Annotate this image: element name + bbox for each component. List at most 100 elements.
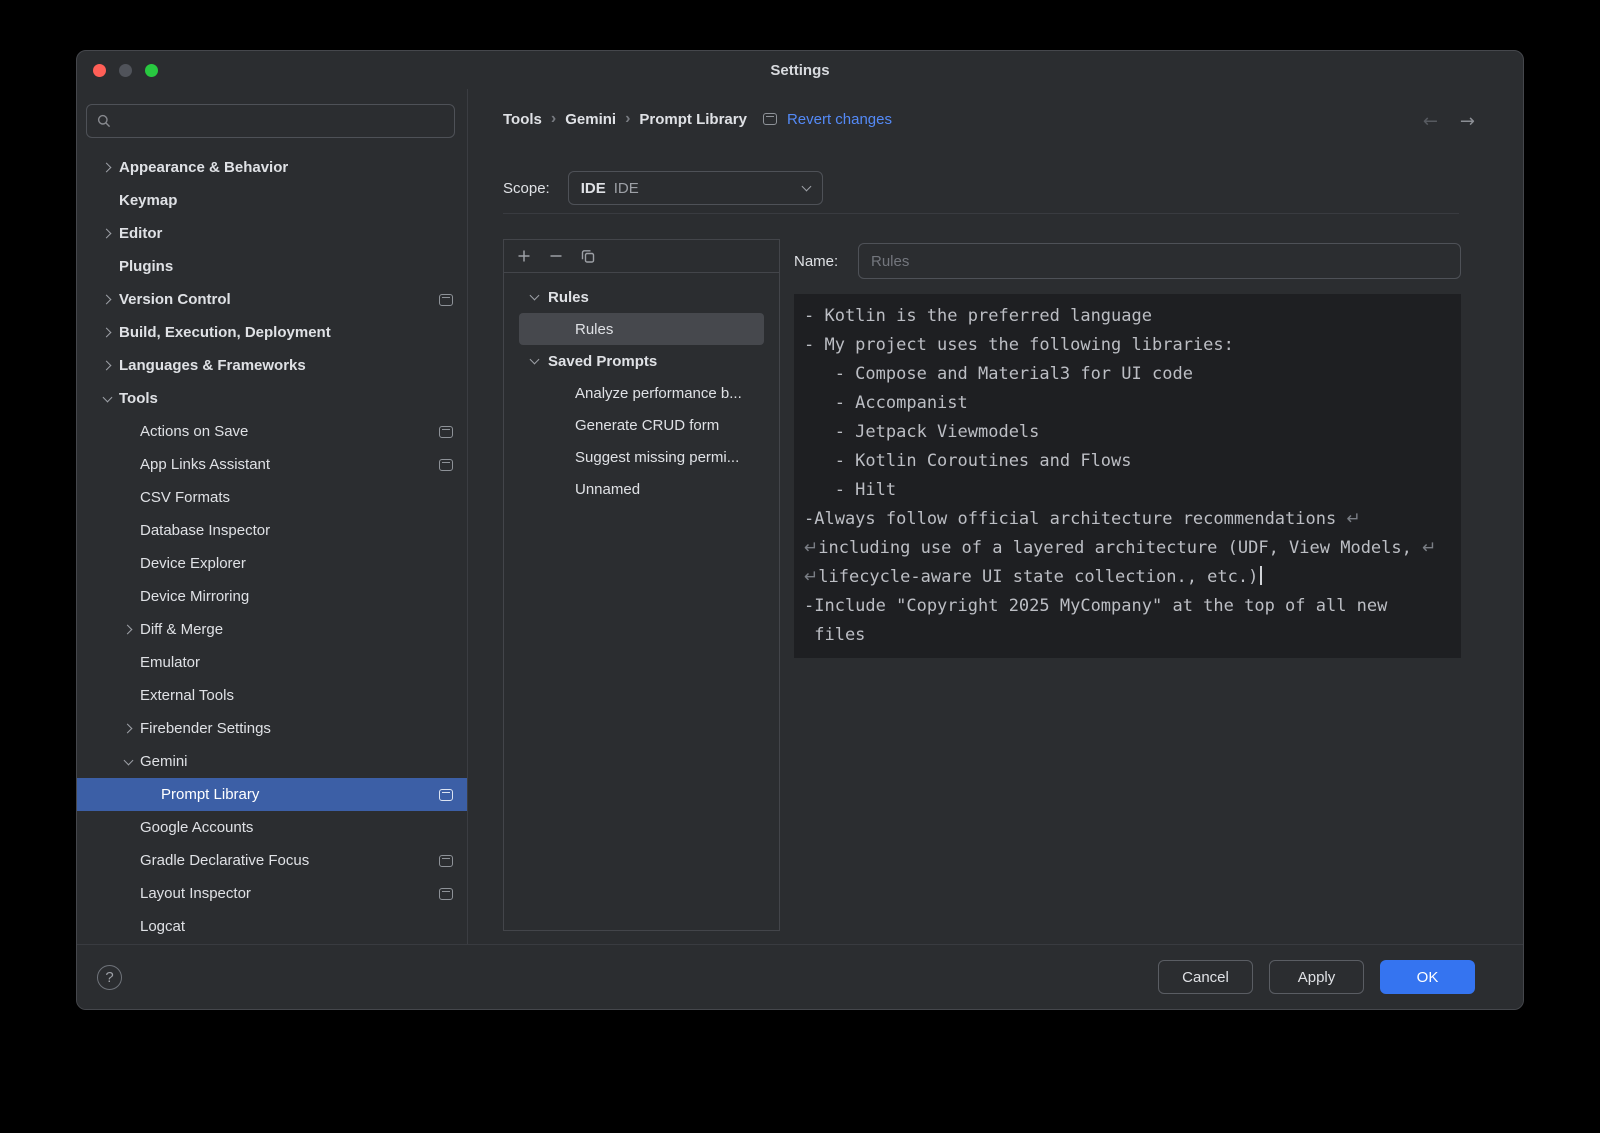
sidebar-item-label: Gradle Declarative Focus [140, 852, 309, 869]
editor-line[interactable]: - Kotlin is the preferred language [804, 302, 1451, 331]
chevron-right-icon[interactable] [101, 163, 111, 173]
sidebar-item-emulator[interactable]: Emulator [77, 646, 467, 679]
prompt-item-label: Suggest missing permi... [575, 449, 739, 466]
chevron-right-icon[interactable] [101, 328, 111, 338]
chevron-down-icon[interactable] [102, 392, 112, 402]
chevron-down-icon [801, 182, 811, 192]
sidebar-item-layout-inspector[interactable]: Layout Inspector [77, 877, 467, 910]
editor-line[interactable]: ↵lifecycle-aware UI state collection., e… [804, 563, 1451, 592]
sidebar-item-label: Actions on Save [140, 423, 248, 440]
prompt-name-input[interactable] [858, 243, 1461, 279]
editor-line-text: including use of a layered architecture … [818, 538, 1422, 558]
editor-line[interactable]: - Accompanist [804, 389, 1451, 418]
remove-prompt-button[interactable] [548, 248, 564, 264]
sidebar-item-keymap[interactable]: Keymap [77, 184, 467, 217]
minimize-window-button[interactable] [119, 64, 132, 77]
zoom-window-button[interactable] [145, 64, 158, 77]
revert-changes-link[interactable]: Revert changes [787, 111, 892, 128]
editor-line[interactable]: - My project uses the following librarie… [804, 331, 1451, 360]
breadcrumb-item-gemini[interactable]: Gemini [565, 111, 616, 128]
sidebar-item-languages-frameworks[interactable]: Languages & Frameworks [77, 349, 467, 382]
settings-search-box[interactable] [86, 104, 455, 138]
chevron-right-icon[interactable] [101, 295, 111, 305]
sidebar-item-database-inspector[interactable]: Database Inspector [77, 514, 467, 547]
sidebar-item-app-links-assistant[interactable]: App Links Assistant [77, 448, 467, 481]
settings-main-pane: Tools›Gemini›Prompt Library Revert chang… [468, 89, 1523, 944]
prompt-item-saved-prompts[interactable]: Saved Prompts [504, 345, 779, 377]
editor-line-text: lifecycle-aware UI state collection., et… [818, 567, 1258, 587]
breadcrumb-item-tools[interactable]: Tools [503, 111, 542, 128]
scope-select[interactable]: IDE IDE [568, 171, 823, 205]
prompt-item-label: Saved Prompts [548, 353, 657, 370]
chevron-down-icon[interactable] [123, 755, 133, 765]
chevron-right-icon[interactable] [101, 229, 111, 239]
sidebar-item-label: Layout Inspector [140, 885, 251, 902]
close-window-button[interactable] [93, 64, 106, 77]
scope-label: Scope: [503, 180, 550, 197]
editor-line[interactable]: files [804, 621, 1451, 650]
sidebar-item-prompt-library[interactable]: Prompt Library [77, 778, 467, 811]
editor-line[interactable]: -Include "Copyright 2025 MyCompany" at t… [804, 592, 1451, 621]
sidebar-item-editor[interactable]: Editor [77, 217, 467, 250]
editor-line[interactable]: - Compose and Material3 for UI code [804, 360, 1451, 389]
sidebar-item-label: Languages & Frameworks [119, 357, 306, 374]
cancel-button[interactable]: Cancel [1158, 960, 1253, 994]
settings-search-input[interactable] [118, 113, 445, 130]
ok-button[interactable]: OK [1380, 960, 1475, 994]
apply-button[interactable]: Apply [1269, 960, 1364, 994]
screen-settings-icon [439, 789, 453, 801]
chevron-right-icon[interactable] [101, 361, 111, 371]
editor-line[interactable]: -Always follow official architecture rec… [804, 505, 1451, 534]
breadcrumb-item-prompt-library[interactable]: Prompt Library [639, 111, 747, 128]
editor-line[interactable]: ↵including use of a layered architecture… [804, 534, 1451, 563]
sidebar-item-version-control[interactable]: Version Control [77, 283, 467, 316]
sidebar-item-build-execution-deployment[interactable]: Build, Execution, Deployment [77, 316, 467, 349]
sidebar-item-label: Plugins [119, 258, 173, 275]
sidebar-item-label: Database Inspector [140, 522, 270, 539]
prompt-item-analyze-performance-b[interactable]: Analyze performance b... [504, 377, 779, 409]
sidebar-item-external-tools[interactable]: External Tools [77, 679, 467, 712]
soft-wrap-icon: ↵ [1422, 538, 1436, 558]
back-arrow-icon[interactable]: ← [1423, 111, 1438, 132]
add-prompt-button[interactable] [516, 248, 532, 264]
sidebar-item-gemini[interactable]: Gemini [77, 745, 467, 778]
prompt-item-rules[interactable]: Rules [519, 313, 764, 345]
sidebar-item-google-accounts[interactable]: Google Accounts [77, 811, 467, 844]
settings-window: Settings Appearance & BehaviorKeymapEdit… [76, 50, 1524, 1010]
sidebar-item-firebender-settings[interactable]: Firebender Settings [77, 712, 467, 745]
editor-line-text: - My project uses the following librarie… [804, 335, 1234, 355]
forward-arrow-icon[interactable]: → [1460, 111, 1475, 132]
chevron-right-icon[interactable] [122, 724, 132, 734]
editor-line[interactable]: - Kotlin Coroutines and Flows [804, 447, 1451, 476]
prompt-editor[interactable]: - Kotlin is the preferred language - My p… [794, 294, 1461, 658]
sidebar-item-csv-formats[interactable]: CSV Formats [77, 481, 467, 514]
traffic-lights [93, 51, 158, 89]
editor-line[interactable]: - Hilt [804, 476, 1451, 505]
editor-line-text: - Accompanist [804, 393, 968, 413]
sidebar-item-label: External Tools [140, 687, 234, 704]
prompt-item-suggest-missing-permi[interactable]: Suggest missing permi... [504, 441, 779, 473]
sidebar-item-label: CSV Formats [140, 489, 230, 506]
chevron-right-icon[interactable] [122, 625, 132, 635]
sidebar-item-plugins[interactable]: Plugins [77, 250, 467, 283]
help-button[interactable]: ? [97, 965, 122, 990]
sidebar-item-device-mirroring[interactable]: Device Mirroring [77, 580, 467, 613]
scope-badge: IDE [581, 180, 606, 197]
sidebar-item-tools[interactable]: Tools [77, 382, 467, 415]
chevron-down-icon[interactable] [529, 355, 539, 365]
editor-line-text: -Include "Copyright 2025 MyCompany" at t… [804, 596, 1387, 616]
sidebar-item-appearance-behavior[interactable]: Appearance & Behavior [77, 151, 467, 184]
sidebar-item-actions-on-save[interactable]: Actions on Save [77, 415, 467, 448]
prompt-item-unnamed[interactable]: Unnamed [504, 473, 779, 505]
sidebar-item-diff-merge[interactable]: Diff & Merge [77, 613, 467, 646]
sidebar-item-label: Device Mirroring [140, 588, 249, 605]
sidebar-item-device-explorer[interactable]: Device Explorer [77, 547, 467, 580]
editor-line[interactable]: - Jetpack Viewmodels [804, 418, 1451, 447]
prompt-item-generate-crud-form[interactable]: Generate CRUD form [504, 409, 779, 441]
sidebar-item-gradle-declarative-focus[interactable]: Gradle Declarative Focus [77, 844, 467, 877]
chevron-down-icon[interactable] [529, 291, 539, 301]
scope-row: Scope: IDE IDE [503, 171, 1523, 205]
copy-prompt-button[interactable] [580, 248, 596, 264]
sidebar-item-logcat[interactable]: Logcat [77, 910, 467, 943]
prompt-item-rules[interactable]: Rules [504, 281, 779, 313]
